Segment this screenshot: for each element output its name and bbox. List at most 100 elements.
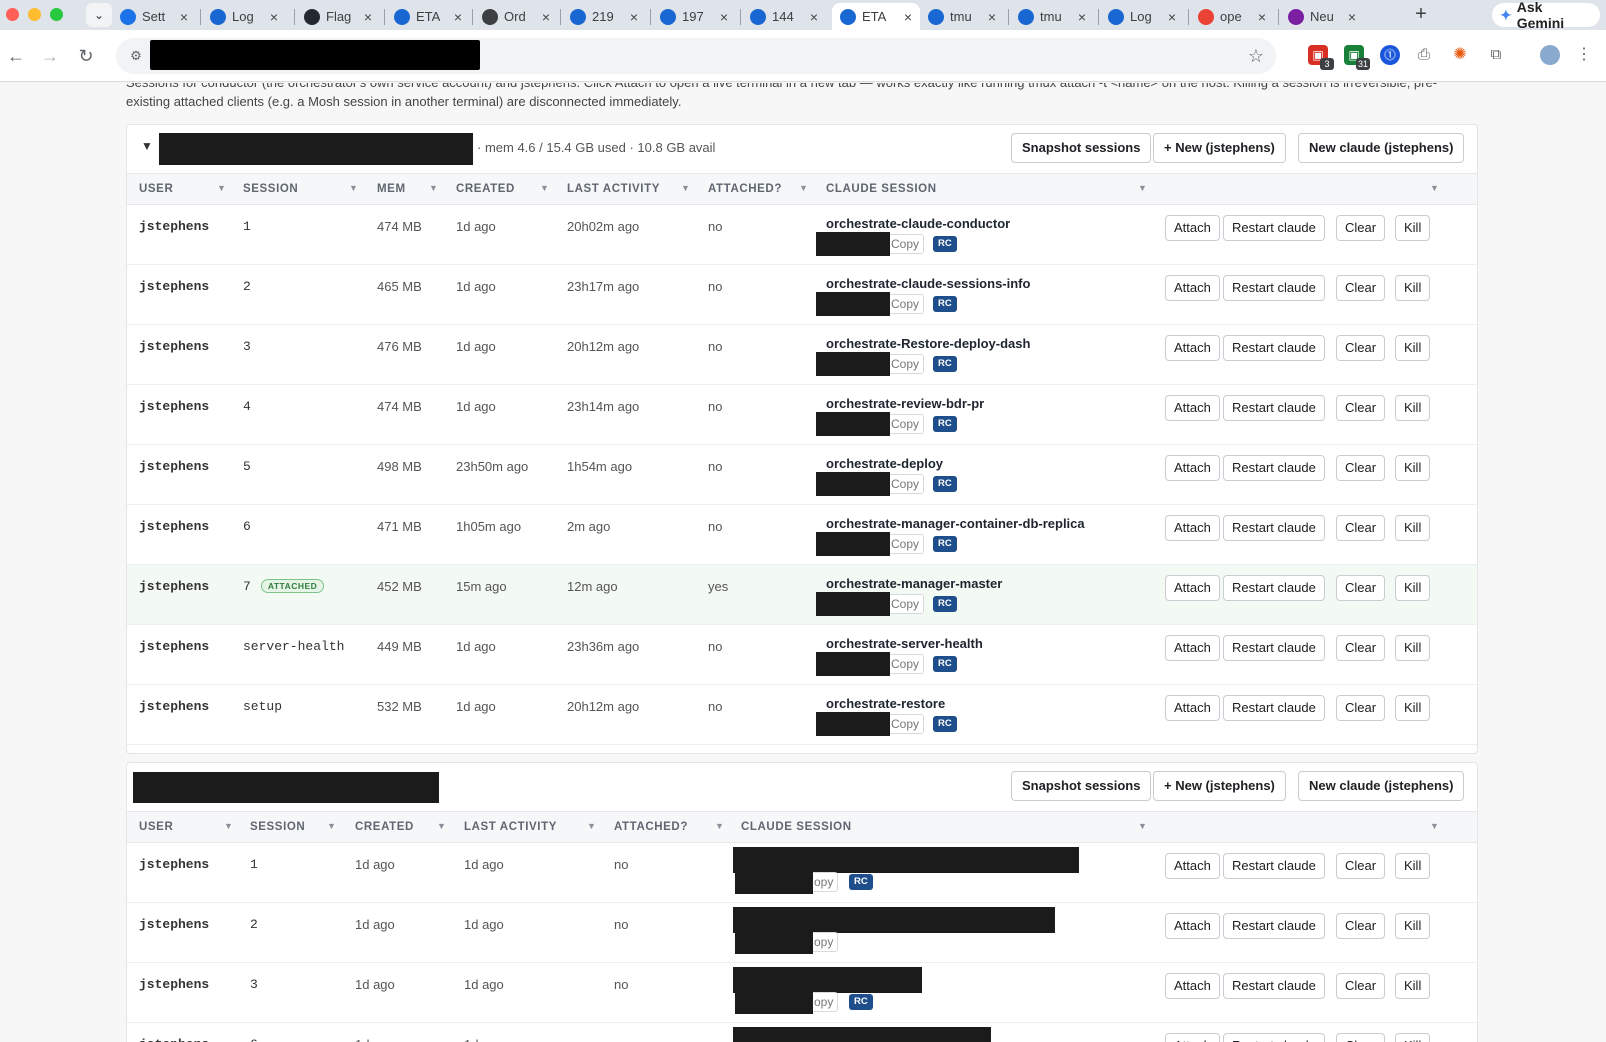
close-tab-icon[interactable]: × [1078,9,1086,25]
extension-green-icon[interactable]: ▣ 31 [1344,45,1370,70]
sort-caret-icon[interactable]: ▼ [1430,183,1439,193]
kill-button[interactable]: Kill [1395,635,1431,661]
restart-claude-button[interactable]: Restart claude [1223,335,1325,361]
session-name[interactable]: setup [243,699,282,714]
column-header[interactable]: ATTACHED? [708,183,782,195]
sort-caret-icon[interactable]: ▼ [429,183,438,193]
kill-button[interactable]: Kill [1395,973,1431,999]
extension-red-icon[interactable]: ▣ 3 [1308,45,1334,70]
new-tab-button[interactable]: + [1408,3,1434,27]
column-header[interactable]: CREATED [355,821,414,833]
browser-tab[interactable]: Log × [1100,3,1184,30]
site-settings-icon[interactable]: ⚙ [124,44,148,68]
session-name[interactable]: 4 [243,399,251,414]
sort-caret-icon[interactable]: ▼ [587,821,596,831]
close-tab-icon[interactable]: × [1168,9,1176,25]
clear-button[interactable]: Clear [1336,215,1386,241]
attach-button[interactable]: Attach [1165,275,1220,301]
session-name[interactable]: 1 [250,857,258,872]
clear-button[interactable]: Clear [1336,275,1386,301]
restart-claude-button[interactable]: Restart claude [1223,575,1325,601]
kill-button[interactable]: Kill [1395,575,1431,601]
restart-claude-button[interactable]: Restart claude [1223,515,1325,541]
password-manager-icon[interactable]: ⓵ [1380,45,1400,65]
kill-button[interactable]: Kill [1395,395,1431,421]
new-claude-button[interactable]: New claude (jstephens) [1298,133,1465,163]
browser-tab[interactable]: ETA × [386,3,470,30]
clear-button[interactable]: Clear [1336,913,1386,939]
close-tab-icon[interactable]: × [1258,9,1266,25]
snapshot-sessions-button[interactable]: Snapshot sessions [1011,133,1152,163]
new-session-button[interactable]: + New (jstephens) [1153,133,1286,163]
browser-tab[interactable]: ETA × [832,3,920,30]
session-name[interactable]: 3 [243,339,251,354]
attach-button[interactable]: Attach [1165,913,1220,939]
restart-claude-button[interactable]: Restart claude [1223,635,1325,661]
column-header[interactable]: USER [139,183,173,195]
forward-button[interactable]: → [38,44,62,68]
browser-tab[interactable]: Ord × [474,3,558,30]
restart-claude-button[interactable]: Restart claude [1223,913,1325,939]
session-name[interactable]: 1 [243,219,251,234]
session-name[interactable]: 3 [250,977,258,992]
kill-button[interactable]: Kill [1395,515,1431,541]
attach-button[interactable]: Attach [1165,515,1220,541]
browser-tab[interactable]: Log × [202,3,286,30]
column-header[interactable]: LAST ACTIVITY [567,183,660,195]
column-header[interactable]: CREATED [456,183,515,195]
kill-button[interactable]: Kill [1395,275,1431,301]
clear-button[interactable]: Clear [1336,335,1386,361]
browser-tab[interactable]: ope × [1190,3,1274,30]
kill-button[interactable]: Kill [1395,695,1431,721]
extensions-puzzle-icon[interactable]: ⧉ [1486,45,1506,65]
attach-button[interactable]: Attach [1165,455,1220,481]
session-name[interactable]: server-health [243,639,344,654]
session-name[interactable]: 2 [250,917,258,932]
attach-button[interactable]: Attach [1165,335,1220,361]
column-header[interactable]: CLAUDE SESSION [741,821,852,833]
profile-avatar[interactable] [1540,45,1560,65]
browser-tab[interactable]: 219 × [562,3,646,30]
sort-caret-icon[interactable]: ▼ [1430,821,1439,831]
restart-claude-button[interactable]: Restart claude [1223,1033,1325,1042]
attach-button[interactable]: Attach [1165,695,1220,721]
snapshot-sessions-button[interactable]: Snapshot sessions [1011,771,1152,801]
sort-caret-icon[interactable]: ▼ [715,821,724,831]
attach-button[interactable]: Attach [1165,635,1220,661]
column-header[interactable]: USER [139,821,173,833]
column-header[interactable]: CLAUDE SESSION [826,183,937,195]
address-bar[interactable]: ⚙ ☆ [116,38,1276,74]
column-header[interactable]: SESSION [243,183,298,195]
tab-search-button[interactable]: ⌄ [86,3,112,27]
claude-extension-icon[interactable]: ✺ [1450,45,1470,65]
reload-button[interactable]: ↻ [74,44,98,68]
collapse-caret-icon[interactable]: ▼ [141,139,153,153]
clear-button[interactable]: Clear [1336,575,1386,601]
bookmark-star-icon[interactable]: ☆ [1248,44,1264,68]
session-name[interactable]: 7 [243,579,251,594]
close-tab-icon[interactable]: × [720,9,728,25]
minimize-window-button[interactable] [28,8,41,21]
close-tab-icon[interactable]: × [364,9,372,25]
attach-button[interactable]: Attach [1165,853,1220,879]
browser-tab[interactable]: tmu × [920,3,1004,30]
sort-caret-icon[interactable]: ▼ [217,183,226,193]
sort-caret-icon[interactable]: ▼ [327,821,336,831]
clear-button[interactable]: Clear [1336,973,1386,999]
session-name[interactable]: 2 [243,279,251,294]
close-window-button[interactable] [6,8,19,21]
kill-button[interactable]: Kill [1395,1033,1431,1042]
sort-caret-icon[interactable]: ▼ [540,183,549,193]
browser-tab[interactable]: 197 × [652,3,736,30]
session-name[interactable]: 6 [243,519,251,534]
browser-tab[interactable]: Flag × [296,3,380,30]
restart-claude-button[interactable]: Restart claude [1223,695,1325,721]
maximize-window-button[interactable] [50,8,63,21]
sort-caret-icon[interactable]: ▼ [437,821,446,831]
clear-button[interactable]: Clear [1336,395,1386,421]
kill-button[interactable]: Kill [1395,455,1431,481]
new-claude-button[interactable]: New claude (jstephens) [1298,771,1465,801]
restart-claude-button[interactable]: Restart claude [1223,395,1325,421]
sort-caret-icon[interactable]: ▼ [1138,183,1147,193]
column-header[interactable]: ATTACHED? [614,821,688,833]
